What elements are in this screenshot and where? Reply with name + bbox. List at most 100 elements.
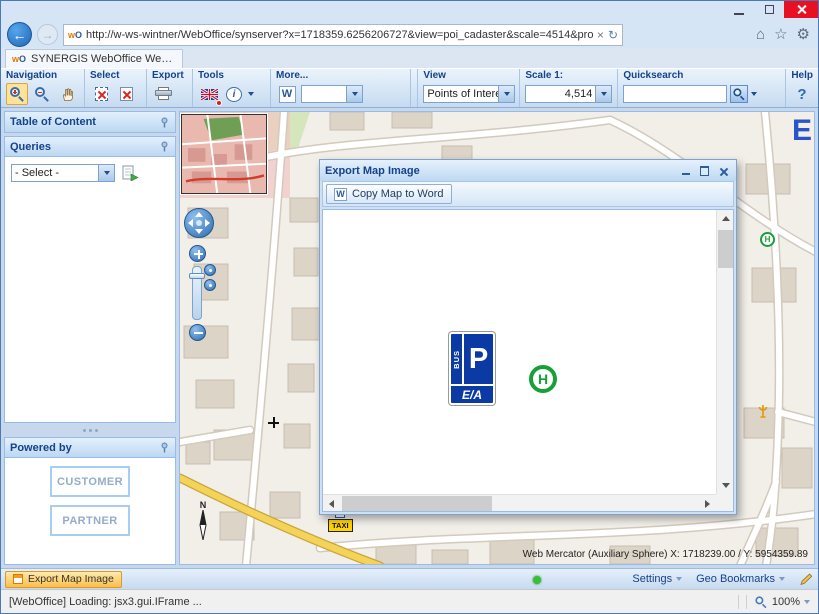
customer-logo-button[interactable]: CUSTOMER [50, 466, 130, 497]
export-menu[interactable]: Export [152, 70, 187, 83]
stop-icon[interactable]: × [597, 28, 604, 42]
zoom-level-icon [755, 596, 766, 607]
scale-select-dropdown[interactable] [595, 86, 611, 102]
zoom-slider-thumb[interactable] [189, 273, 205, 279]
pencil-icon[interactable] [799, 572, 814, 586]
favorites-icon[interactable]: ☆ [774, 27, 787, 42]
view-select-value: Points of Intere... [424, 86, 498, 102]
pin-icon[interactable] [159, 141, 170, 152]
window-maximize-button[interactable] [754, 1, 784, 18]
vertical-scrollbar[interactable] [716, 210, 733, 494]
help-menu[interactable]: Help [791, 70, 813, 83]
scrollbar-corner [716, 494, 733, 511]
scroll-down-arrow[interactable] [717, 477, 734, 494]
settings-menu[interactable]: Settings [632, 573, 682, 585]
language-tool[interactable] [198, 83, 220, 105]
dialog-titlebar[interactable]: Export Map Image [320, 160, 736, 181]
pan-control[interactable] [184, 208, 214, 238]
forward-button[interactable]: → [37, 24, 58, 45]
clear-selection-icon [120, 87, 133, 101]
window-titlebar [1, 1, 818, 21]
more-menu[interactable]: More... [276, 70, 405, 83]
hand-icon [60, 87, 75, 102]
view-select[interactable]: Points of Intere... [423, 85, 515, 103]
browser-tab[interactable]: wO SYNERGIS WebOffice Web... [5, 49, 183, 68]
scroll-right-arrow[interactable] [699, 495, 716, 512]
tools-dropdown-icon[interactable] [248, 92, 254, 96]
quicksearch-dropdown-icon[interactable] [751, 92, 757, 96]
horizontal-scroll-thumb[interactable] [342, 496, 492, 511]
more-combobox[interactable] [301, 85, 363, 103]
scale-value: 4,514 [526, 86, 595, 102]
zoom-out-tool[interactable] [31, 83, 53, 105]
select-by-rectangle-tool[interactable] [90, 83, 112, 105]
geo-bookmarks-menu[interactable]: Geo Bookmarks [696, 573, 785, 585]
horizontal-scrollbar[interactable] [323, 494, 716, 511]
window-close-button[interactable] [784, 1, 818, 18]
pin-icon[interactable] [159, 442, 170, 453]
copy-map-to-word-button[interactable]: W Copy Map to Word [326, 184, 452, 204]
more-combobox-dropdown[interactable] [346, 86, 362, 102]
vertical-scroll-thumb[interactable] [718, 230, 733, 268]
search-icon [734, 88, 745, 99]
view-select-dropdown[interactable] [498, 86, 514, 102]
pin-icon[interactable] [159, 117, 170, 128]
query-select[interactable]: - Select - [11, 164, 115, 182]
previous-extent-button[interactable] [204, 264, 216, 276]
scale-select[interactable]: 4,514 [525, 85, 612, 103]
chevron-down-icon [601, 92, 607, 96]
select-menu[interactable]: Select [90, 70, 141, 83]
address-bar[interactable]: wO × ↻ [63, 24, 623, 46]
partner-logo-button[interactable]: PARTNER [50, 505, 130, 536]
word-export-tool[interactable]: W [276, 83, 298, 105]
zoom-out-button[interactable] [189, 324, 206, 341]
dialog-close-button[interactable] [716, 164, 731, 178]
refresh-icon[interactable]: ↻ [608, 28, 618, 42]
chevron-down-icon [779, 577, 785, 581]
scale-menu[interactable]: Scale 1: [525, 70, 612, 83]
quicksearch-button[interactable] [730, 85, 748, 103]
dialog-minimize-button[interactable] [678, 164, 693, 178]
home-icon[interactable]: ⌂ [756, 27, 765, 42]
zoom-slider[interactable] [192, 266, 202, 320]
export-map-image-dialog: Export Map Image W Copy Map to Word BUS … [319, 159, 737, 515]
zoom-in-button[interactable] [189, 245, 206, 262]
queries-body: - Select - [5, 157, 175, 422]
scroll-left-arrow[interactable] [323, 495, 340, 512]
site-favicon: wO [68, 30, 82, 40]
window-minimize-button[interactable] [724, 1, 754, 18]
toolbar-spacer [411, 69, 418, 107]
printer-icon [155, 87, 172, 101]
word-icon: W [279, 86, 296, 103]
dialog-title: Export Map Image [325, 165, 420, 177]
next-extent-button[interactable] [204, 279, 216, 291]
back-button[interactable]: ← [7, 22, 32, 47]
print-tool[interactable] [152, 83, 174, 105]
identify-tool[interactable]: i [223, 83, 245, 105]
navigation-menu[interactable]: Navigation [6, 70, 79, 83]
sidebar-splitter[interactable] [4, 426, 176, 434]
tools-menu[interactable]: Tools [198, 70, 265, 83]
coordinate-readout: Web Mercator (Auxiliary Sphere) X: 17182… [523, 549, 808, 560]
browser-zoom-control[interactable]: 100% [754, 595, 810, 609]
query-select-dropdown[interactable] [98, 165, 114, 181]
url-input[interactable] [86, 29, 593, 41]
clear-selection-tool[interactable] [115, 83, 137, 105]
powered-by-panel: Powered by CUSTOMER PARTNER [4, 437, 176, 565]
export-map-image-task-button[interactable]: Export Map Image [5, 571, 122, 588]
scroll-up-arrow[interactable] [717, 210, 734, 227]
overview-map[interactable] [181, 114, 267, 194]
run-query-icon[interactable] [122, 165, 139, 181]
maximize-icon [765, 5, 774, 14]
gear-icon[interactable]: ⚙ [797, 27, 810, 42]
quicksearch-input[interactable] [623, 85, 727, 103]
zoom-in-tool[interactable] [6, 83, 28, 105]
toolbar-section-view: View Points of Intere... [418, 69, 520, 107]
dialog-restore-button[interactable] [697, 164, 712, 178]
help-icon[interactable]: ? [791, 86, 806, 103]
pan-tool[interactable] [56, 83, 78, 105]
view-menu[interactable]: View [423, 70, 514, 83]
quicksearch-menu[interactable]: Quicksearch [623, 70, 780, 83]
browser-action-icons: ⌂ ☆ ⚙ [756, 27, 812, 42]
toolbar-section-tools: Tools i [193, 69, 271, 107]
